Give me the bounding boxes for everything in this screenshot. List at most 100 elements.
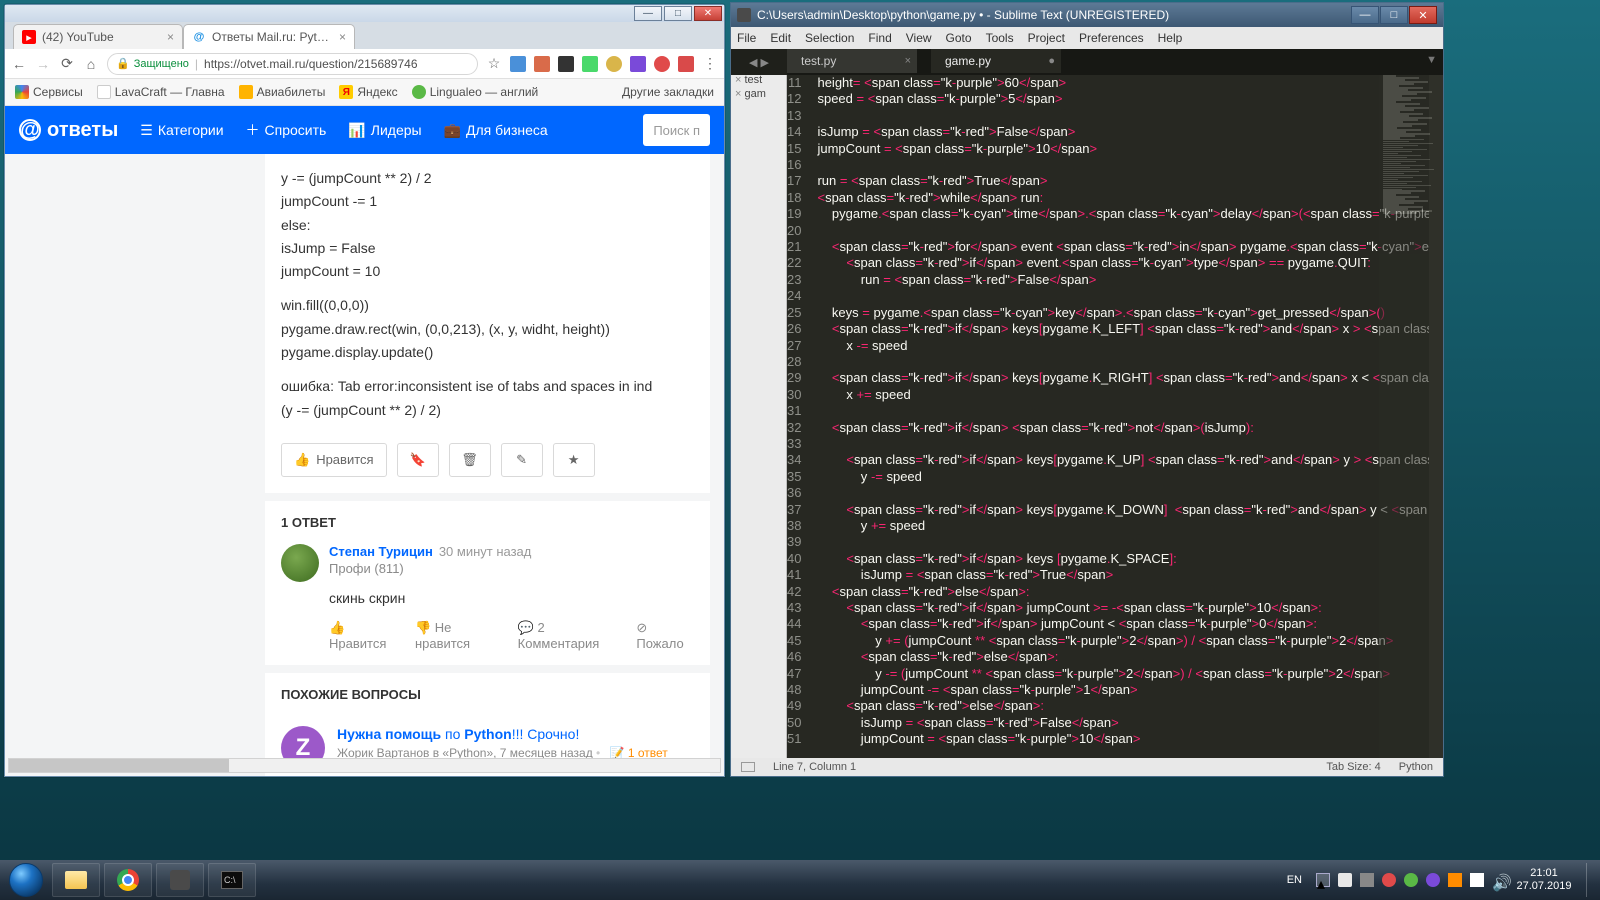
nav-leaders[interactable]: 📊 Лидеры: [348, 122, 421, 139]
ext-icon[interactable]: [534, 56, 550, 72]
scrollbar-thumb[interactable]: [9, 759, 229, 772]
menu-goto[interactable]: Goto: [946, 31, 972, 45]
tab-label: game.py: [945, 54, 991, 68]
ext-icon[interactable]: [654, 56, 670, 72]
other-bookmarks[interactable]: Другие закладки: [622, 85, 714, 99]
menu-file[interactable]: File: [737, 31, 756, 45]
start-button[interactable]: [6, 860, 46, 900]
sublime-titlebar[interactable]: C:\Users\admin\Desktop\python\game.py • …: [731, 3, 1443, 27]
ext-icon[interactable]: [582, 56, 598, 72]
menu-view[interactable]: View: [906, 31, 932, 45]
delete-button[interactable]: 🗑: [449, 443, 491, 477]
sidebar[interactable]: OPEN test gam: [731, 49, 787, 758]
menu-project[interactable]: Project: [1028, 31, 1065, 45]
forward-icon[interactable]: →: [35, 56, 51, 72]
bookmark-item[interactable]: Авиабилеты: [239, 85, 326, 99]
ext-icon[interactable]: [558, 56, 574, 72]
menu-selection[interactable]: Selection: [805, 31, 854, 45]
tray-icon[interactable]: [1382, 873, 1396, 887]
bookmark-item[interactable]: Lingualeo — англий: [412, 85, 539, 99]
language-indicator[interactable]: EN: [1287, 874, 1302, 886]
code-area[interactable]: 1112131415161718192021222324252627282930…: [787, 75, 1429, 758]
menu-edit[interactable]: Edit: [770, 31, 791, 45]
code-content[interactable]: height= <span class="k-purple">60</span>…: [809, 75, 1443, 758]
tab-youtube[interactable]: ▸ (42) YouTube ×: [13, 24, 183, 49]
chrome-titlebar[interactable]: — □ ✕: [5, 5, 724, 22]
complain-action[interactable]: ⊘ Пожало: [636, 620, 694, 651]
close-tab-icon[interactable]: ×: [339, 30, 346, 44]
back-icon[interactable]: ←: [11, 56, 27, 72]
star-icon[interactable]: ☆: [486, 56, 502, 72]
ext-icon[interactable]: [678, 56, 694, 72]
answer-user[interactable]: Степан Турицин: [329, 544, 433, 559]
ext-icon[interactable]: [510, 56, 526, 72]
at-icon: @: [19, 119, 41, 141]
taskbar-sublime[interactable]: [156, 863, 204, 897]
avatar[interactable]: [281, 544, 319, 582]
home-icon[interactable]: ⌂: [83, 56, 99, 72]
sidebar-header: OPEN: [735, 59, 782, 70]
tray-icon[interactable]: [1404, 873, 1418, 887]
nav-categories[interactable]: ☰ Категории: [140, 122, 223, 139]
tray-icon[interactable]: ▴: [1316, 873, 1330, 887]
close-button[interactable]: ✕: [694, 6, 722, 21]
reload-icon[interactable]: ⟳: [59, 56, 75, 72]
page-body[interactable]: y -= (jumpCount ** 2) / 2 jumpCount -= 1…: [5, 154, 724, 776]
maximize-button[interactable]: □: [664, 6, 692, 21]
clock[interactable]: 21:01 27.07.2019: [1514, 867, 1574, 893]
ext-icon[interactable]: [630, 56, 646, 72]
tray-icon[interactable]: [1338, 873, 1352, 887]
tab-size[interactable]: Tab Size: 4: [1326, 761, 1380, 773]
menu-tools[interactable]: Tools: [986, 31, 1014, 45]
tray-icon[interactable]: [1426, 873, 1440, 887]
address-bar[interactable]: 🔒 Защищено | https://otvet.mail.ru/quest…: [107, 53, 478, 75]
tab-test[interactable]: test.py×: [787, 49, 917, 73]
bookmark-item[interactable]: ЯЯндекс: [339, 85, 397, 99]
bookmark-label: LavaCraft — Главна: [115, 85, 225, 99]
ext-icon[interactable]: [606, 56, 622, 72]
tray-icon[interactable]: [1360, 873, 1374, 887]
volume-icon[interactable]: 🔊: [1492, 873, 1506, 887]
horizontal-scrollbar[interactable]: [8, 758, 721, 773]
tab-mailru[interactable]: @ Ответы Mail.ru: Python н ×: [183, 24, 355, 49]
close-button[interactable]: ✕: [1409, 6, 1437, 24]
taskbar-chrome[interactable]: [104, 863, 152, 897]
taskbar-explorer[interactable]: [52, 863, 100, 897]
close-tab-icon[interactable]: ×: [905, 55, 911, 67]
menu-find[interactable]: Find: [868, 31, 891, 45]
chevron-down-icon[interactable]: ▼: [1426, 54, 1437, 66]
like-action[interactable]: 👍 Нравится: [329, 620, 401, 651]
minimize-button[interactable]: —: [634, 6, 662, 21]
dislike-action[interactable]: 👎 Не нравится: [415, 620, 504, 651]
bookmark-item[interactable]: LavaCraft — Главна: [97, 85, 225, 99]
taskbar-cmd[interactable]: C:\: [208, 863, 256, 897]
flag-icon[interactable]: [1470, 873, 1484, 887]
maximize-button[interactable]: □: [1380, 6, 1408, 24]
comments-action[interactable]: 💬 2 Комментария: [518, 620, 623, 651]
search-input[interactable]: Поиск п: [643, 114, 710, 146]
panel-icon[interactable]: [741, 762, 755, 772]
menu-icon[interactable]: ⋮: [702, 56, 718, 72]
apps-button[interactable]: Сервисы: [15, 85, 83, 99]
chrome-toolbar: ← → ⟳ ⌂ 🔒 Защищено | https://otvet.mail.…: [5, 49, 724, 79]
menu-help[interactable]: Help: [1158, 31, 1183, 45]
tray-icon[interactable]: [1448, 873, 1462, 887]
bookmark-button[interactable]: 🔖: [397, 443, 439, 477]
menu-preferences[interactable]: Preferences: [1079, 31, 1144, 45]
edit-button[interactable]: ✎: [501, 443, 543, 477]
related-link[interactable]: Нужна помощь по Python!!! Срочно!: [337, 726, 579, 742]
otvety-logo[interactable]: @ответы: [19, 119, 118, 142]
like-button[interactable]: 👍Нравится: [281, 443, 387, 477]
show-desktop-button[interactable]: [1586, 863, 1594, 897]
close-tab-icon[interactable]: ×: [167, 30, 174, 44]
minimap[interactable]: [1379, 75, 1443, 758]
sidebar-file[interactable]: gam: [735, 88, 782, 100]
syntax-lang[interactable]: Python: [1399, 761, 1433, 773]
nav-ask[interactable]: ＋ Спросить: [246, 120, 327, 140]
tab-game[interactable]: game.py●: [931, 49, 1061, 73]
star-button[interactable]: ★: [553, 443, 595, 477]
nav-business[interactable]: 💼 Для бизнеса: [444, 122, 548, 139]
sidebar-file[interactable]: test: [735, 74, 782, 86]
minimize-button[interactable]: —: [1351, 6, 1379, 24]
question-column: y -= (jumpCount ** 2) / 2 jumpCount -= 1…: [265, 154, 710, 776]
